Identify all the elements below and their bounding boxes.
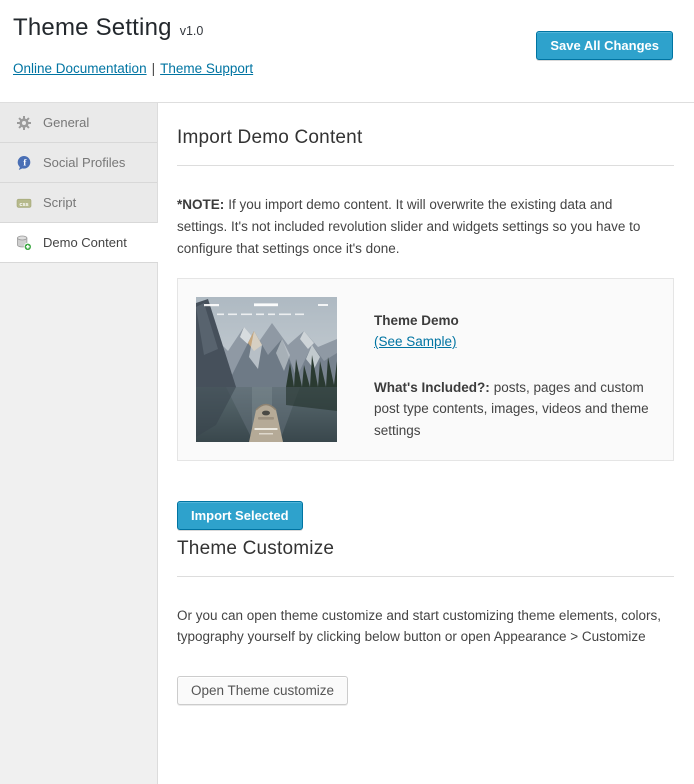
open-theme-customize-button[interactable]: Open Theme customize [177,676,348,705]
note-label: *NOTE: [177,197,224,212]
theme-setting-page: Theme Setting v1.0 Save All Changes Onli… [0,0,694,784]
demo-title: Theme Demo [374,310,649,332]
settings-content: Import Demo Content *NOTE:If you import … [158,103,694,784]
included-label: What's Included?: [374,380,490,395]
import-note: *NOTE:If you import demo content. It wil… [177,194,657,260]
sidebar-item-demo-content[interactable]: Demo Content [0,223,158,263]
customize-description: Or you can open theme customize and star… [177,605,674,649]
sidebar-item-label: Social Profiles [43,155,125,170]
page-title: Theme Setting [13,14,172,42]
database-add-icon [15,234,32,251]
svg-text:css: css [19,201,28,207]
sidebar-item-social-profiles[interactable]: f Social Profiles [0,143,157,183]
sidebar-item-label: Script [43,195,76,210]
online-documentation-link[interactable]: Online Documentation [13,61,147,76]
theme-demo-thumbnail [196,297,337,442]
import-demo-heading: Import Demo Content [177,127,674,149]
facebook-icon: f [15,154,32,171]
heading-divider [177,165,674,166]
gear-icon [15,114,32,131]
import-selected-button[interactable]: Import Selected [177,501,303,530]
sidebar-item-general[interactable]: General [0,103,157,143]
save-all-changes-button[interactable]: Save All Changes [536,31,673,60]
sidebar-item-label: General [43,115,89,130]
theme-customize-heading: Theme Customize [177,538,674,560]
sidebar-item-label: Demo Content [43,235,127,250]
sidebar-item-script[interactable]: css Script [0,183,157,223]
page-header: Theme Setting v1.0 Save All Changes Onli… [0,0,694,103]
heading-divider [177,576,674,577]
css-badge-icon: css [15,194,32,211]
note-text: If you import demo content. It will over… [177,197,640,256]
demo-info: Theme Demo (See Sample) What's Included?… [374,297,649,442]
version-label: v1.0 [180,24,204,38]
demo-content-card: Theme Demo (See Sample) What's Included?… [177,278,674,461]
whats-included: What's Included?:posts, pages and custom… [374,377,649,442]
see-sample-link[interactable]: (See Sample) [374,331,457,353]
doc-links: Online Documentation|Theme Support [13,61,674,76]
theme-support-link[interactable]: Theme Support [160,61,253,76]
settings-sidebar: General f Social Profiles css [0,103,158,784]
body-columns: General f Social Profiles css [0,103,694,784]
link-separator: | [147,61,161,76]
